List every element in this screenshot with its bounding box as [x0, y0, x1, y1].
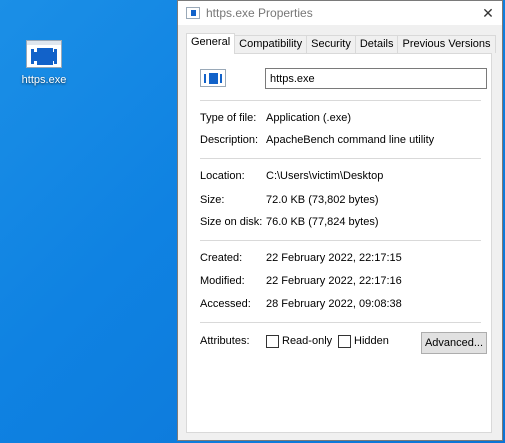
divider: [200, 322, 481, 323]
hidden-label[interactable]: Hidden: [354, 335, 389, 347]
divider: [200, 158, 481, 159]
advanced-button[interactable]: Advanced...: [421, 332, 487, 354]
modified-label: Modified:: [200, 275, 245, 287]
tab-details[interactable]: Details: [354, 35, 399, 53]
desktop-icon-https-exe[interactable]: https.exe: [14, 40, 74, 86]
created-label: Created:: [200, 252, 243, 264]
description-value: ApacheBench command line utility: [266, 134, 435, 146]
attributes-label: Attributes:: [200, 335, 250, 347]
created-value: 22 February 2022, 22:17:15: [266, 252, 402, 264]
properties-window: https.exe Properties ✕ General Compatibi…: [177, 0, 503, 441]
general-panel: Type of file: Application (.exe) Descrip…: [186, 53, 492, 433]
accessed-value: 28 February 2022, 09:08:38: [266, 298, 402, 310]
type-value: Application (.exe): [266, 112, 351, 124]
window-title: https.exe Properties: [206, 6, 313, 20]
modified-value: 22 February 2022, 22:17:16: [266, 275, 402, 287]
executable-icon: [186, 7, 200, 19]
desktop-icon-label: https.exe: [21, 74, 67, 86]
divider: [200, 240, 481, 241]
readonly-checkbox[interactable]: [266, 335, 279, 348]
executable-icon: [26, 40, 62, 68]
readonly-label[interactable]: Read-only: [282, 335, 332, 347]
description-label: Description:: [200, 134, 259, 146]
tab-bar: General Compatibility Security Details P…: [186, 33, 496, 54]
tab-general[interactable]: General: [186, 33, 236, 54]
size-on-disk-label: Size on disk:: [200, 216, 263, 228]
file-name-input[interactable]: [265, 68, 487, 89]
location-label: Location:: [200, 170, 245, 182]
close-icon[interactable]: ✕: [480, 5, 496, 21]
tab-security[interactable]: Security: [306, 35, 356, 53]
size-label: Size:: [200, 194, 225, 206]
tab-compatibility[interactable]: Compatibility: [234, 35, 308, 53]
divider: [200, 100, 481, 101]
type-label: Type of file:: [200, 112, 257, 124]
size-on-disk-value: 76.0 KB (77,824 bytes): [266, 216, 379, 228]
title-bar[interactable]: https.exe Properties ✕: [178, 1, 502, 25]
hidden-checkbox[interactable]: [338, 335, 351, 348]
size-value: 72.0 KB (73,802 bytes): [266, 194, 379, 206]
tab-previous-versions[interactable]: Previous Versions: [397, 35, 496, 53]
location-value: C:\Users\victim\Desktop: [266, 170, 384, 182]
executable-icon: [200, 69, 226, 87]
accessed-label: Accessed:: [200, 298, 251, 310]
